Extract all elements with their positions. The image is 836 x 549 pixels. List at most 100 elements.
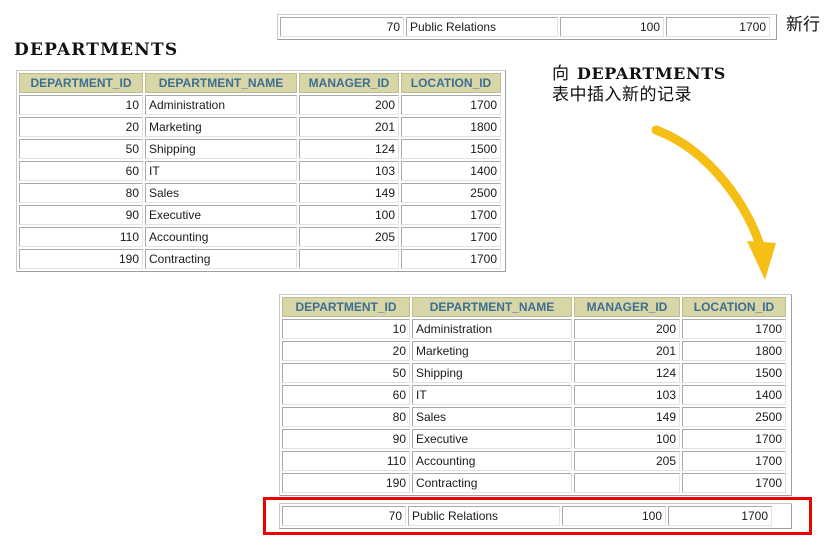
curved-down-arrow-icon [651,125,776,280]
cell-manager-id[interactable]: 100 [560,17,664,37]
cell-manager-id[interactable]: 103 [574,385,680,405]
cell-department-id[interactable]: 90 [19,205,143,225]
column-header-department-name[interactable]: DEPARTMENT_NAME [145,73,297,93]
cell-location-id[interactable]: 2500 [682,407,786,427]
cell-manager-id[interactable]: 149 [574,407,680,427]
cell-department-id[interactable]: 110 [19,227,143,247]
cell-location-id[interactable]: 1700 [666,17,770,37]
table-row: 50 Shipping 124 1500 [281,362,790,384]
cell-department-id[interactable]: 20 [19,117,143,137]
cell-department-id[interactable]: 50 [282,363,410,383]
column-header-department-name[interactable]: DEPARTMENT_NAME [412,297,572,317]
departments-table-after: DEPARTMENT_ID DEPARTMENT_NAME MANAGER_ID… [279,294,792,496]
cell-manager-id[interactable] [574,473,680,493]
table-row-inserted: 70 Public Relations 100 1700 [281,505,790,527]
cell-location-id[interactable]: 1700 [401,227,501,247]
cell-department-name[interactable]: Public Relations [406,17,558,37]
annotation-text: 向 DEPARTMENTS 表中插入新的记录 [552,64,726,107]
cell-manager-id[interactable]: 205 [299,227,399,247]
cell-department-id[interactable]: 190 [282,473,410,493]
cell-manager-id[interactable]: 201 [574,341,680,361]
column-header-location-id[interactable]: LOCATION_ID [401,73,501,93]
cell-department-name[interactable]: IT [145,161,297,181]
cell-department-name[interactable]: Contracting [145,249,297,269]
cell-department-id[interactable]: 70 [282,506,406,526]
cell-manager-id[interactable]: 100 [299,205,399,225]
cell-department-name[interactable]: Shipping [145,139,297,159]
table-row: 20 Marketing 201 1800 [281,340,790,362]
cell-location-id[interactable]: 1700 [682,319,786,339]
cell-manager-id[interactable]: 201 [299,117,399,137]
cell-location-id[interactable]: 1700 [682,473,786,493]
cell-department-id[interactable]: 50 [19,139,143,159]
table-body-after: 10 Administration 200 1700 20 Marketing 201 180… [281,318,790,494]
cell-department-id[interactable]: 110 [282,451,410,471]
cell-manager-id[interactable]: 103 [299,161,399,181]
annotation-line-2: 表中插入新的记录 [552,85,692,106]
column-header-department-id[interactable]: DEPARTMENT_ID [282,297,410,317]
cell-department-name[interactable]: Accounting [412,451,572,471]
cell-manager-id[interactable]: 200 [299,95,399,115]
cell-department-name[interactable]: Public Relations [408,506,560,526]
cell-department-name[interactable]: Marketing [145,117,297,137]
cell-department-name[interactable]: Administration [145,95,297,115]
annotation-table-name: DEPARTMENTS [577,64,726,83]
cell-location-id[interactable]: 1700 [401,205,501,225]
cell-department-id[interactable]: 190 [19,249,143,269]
cell-department-name[interactable]: Contracting [412,473,572,493]
cell-location-id[interactable]: 1500 [401,139,501,159]
cell-department-id[interactable]: 90 [282,429,410,449]
cell-manager-id[interactable]: 100 [574,429,680,449]
table-header-row: DEPARTMENT_ID DEPARTMENT_NAME MANAGER_ID… [18,72,504,94]
cell-manager-id[interactable]: 100 [562,506,666,526]
cell-department-id[interactable]: 70 [280,17,404,37]
cell-manager-id[interactable]: 124 [299,139,399,159]
cell-manager-id[interactable]: 149 [299,183,399,203]
cell-department-name[interactable]: Administration [412,319,572,339]
cell-department-id[interactable]: 10 [19,95,143,115]
table-row: 80 Sales 149 2500 [281,406,790,428]
cell-location-id[interactable]: 1400 [682,385,786,405]
annotation-line-1: 向 DEPARTMENTS [552,64,726,85]
cell-location-id[interactable]: 1500 [682,363,786,383]
cell-location-id[interactable]: 1700 [401,95,501,115]
cell-location-id[interactable]: 1800 [401,117,501,137]
column-header-manager-id[interactable]: MANAGER_ID [299,73,399,93]
cell-department-id[interactable]: 80 [282,407,410,427]
cell-location-id[interactable]: 1700 [682,429,786,449]
cell-department-id[interactable]: 60 [19,161,143,181]
cell-department-name[interactable]: Accounting [145,227,297,247]
cell-department-name[interactable]: Sales [412,407,572,427]
column-header-location-id[interactable]: LOCATION_ID [682,297,786,317]
cell-location-id[interactable]: 2500 [401,183,501,203]
cell-department-name[interactable]: Executive [145,205,297,225]
cell-department-id[interactable]: 10 [282,319,410,339]
cell-location-id[interactable]: 1700 [682,451,786,471]
table-row: 70 Public Relations 100 1700 [279,16,775,38]
cell-location-id[interactable]: 1400 [401,161,501,181]
cell-department-id[interactable]: 60 [282,385,410,405]
departments-table-before: DEPARTMENT_ID DEPARTMENT_NAME MANAGER_ID… [16,70,506,272]
cell-department-name[interactable]: Shipping [412,363,572,383]
cell-location-id[interactable]: 1700 [668,506,772,526]
table-row: 10 Administration 200 1700 [18,94,504,116]
cell-department-name[interactable]: Sales [145,183,297,203]
cell-department-name[interactable]: IT [412,385,572,405]
table-row: 80 Sales 149 2500 [18,182,504,204]
column-header-department-id[interactable]: DEPARTMENT_ID [19,73,143,93]
cell-department-name[interactable]: Executive [412,429,572,449]
table-row: 110 Accounting 205 1700 [18,226,504,248]
cell-manager-id[interactable]: 200 [574,319,680,339]
cell-location-id[interactable]: 1700 [401,249,501,269]
cell-manager-id[interactable]: 205 [574,451,680,471]
cell-manager-id[interactable]: 124 [574,363,680,383]
table-row: 190 Contracting 1700 [281,472,790,494]
cell-department-name[interactable]: Marketing [412,341,572,361]
inserted-row-grid: 70 Public Relations 100 1700 [279,503,792,529]
cell-department-id[interactable]: 80 [19,183,143,203]
cell-department-id[interactable]: 20 [282,341,410,361]
column-header-manager-id[interactable]: MANAGER_ID [574,297,680,317]
cell-location-id[interactable]: 1800 [682,341,786,361]
table-row: 60 IT 103 1400 [281,384,790,406]
cell-manager-id[interactable] [299,249,399,269]
